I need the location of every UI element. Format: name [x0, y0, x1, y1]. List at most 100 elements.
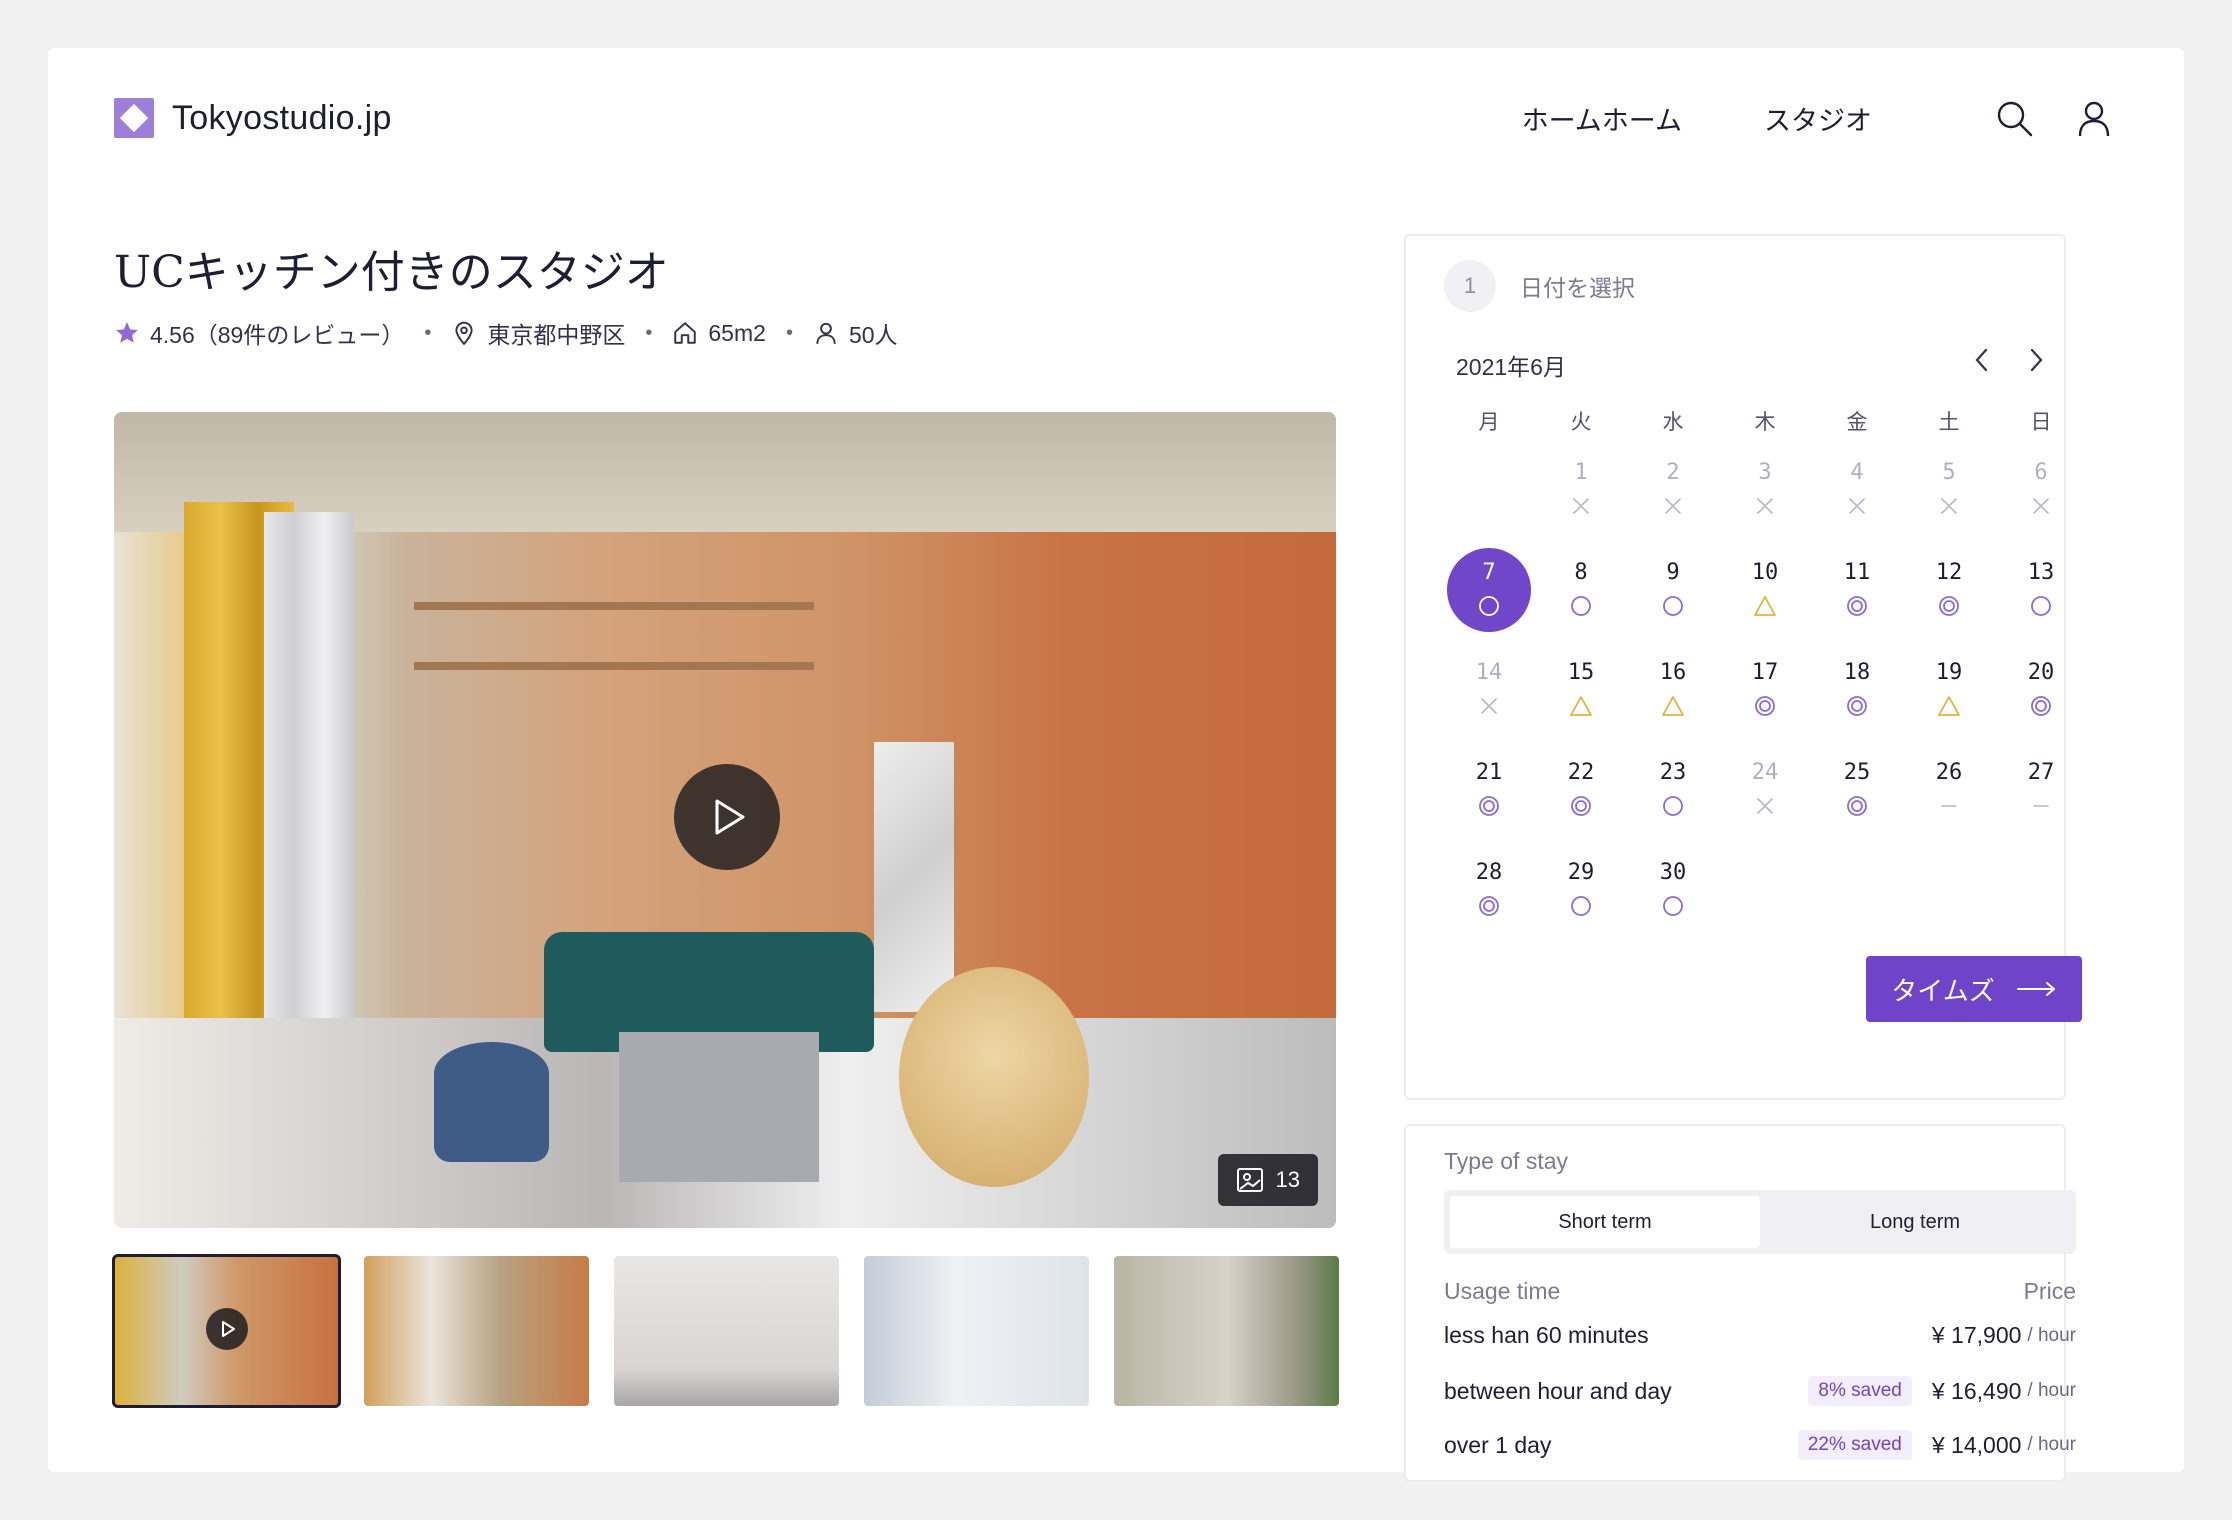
price-amount: ¥ 16,490 [1931, 1377, 2022, 1404]
calendar-day[interactable]: 15 [1535, 648, 1627, 748]
usage-time: over 1 day [1444, 1431, 1552, 1458]
day-number: 12 [1935, 560, 1963, 585]
limited-triangle-icon [1752, 593, 1778, 619]
price-row: between hour and day 8% saved ¥ 16,490 /… [1444, 1376, 2076, 1406]
calendar-day[interactable]: 21 [1443, 748, 1535, 848]
photo-shelf [414, 662, 814, 670]
price-header: Price [2023, 1278, 2076, 1304]
thumbnail-2[interactable] [364, 1256, 589, 1406]
calendar-week: 1 2 3 4 5 6 [1443, 448, 2087, 548]
calendar-day[interactable]: 20 [1995, 648, 2087, 748]
calendar-day[interactable]: 16 [1627, 648, 1719, 748]
calendar-empty-cell [1903, 848, 1995, 948]
unavailable-cross-icon [1660, 493, 1686, 519]
thumbnail-play-icon [206, 1308, 248, 1350]
calendar-day[interactable]: 28 [1443, 848, 1535, 948]
nav-item-studio[interactable]: スタジオ [1764, 99, 1872, 138]
calendar-day[interactable]: 9 [1627, 548, 1719, 648]
times-button-label: タイムズ [1891, 975, 1995, 1006]
calendar-day[interactable]: 11 [1811, 548, 1903, 648]
day-number: 28 [1475, 860, 1503, 885]
thumbnail-3[interactable] [614, 1256, 839, 1406]
short-term-option[interactable]: Short term [1450, 1196, 1760, 1248]
search-icon[interactable] [1992, 96, 2036, 140]
chevron-right-icon[interactable] [2018, 342, 2054, 378]
day-number: 19 [1935, 660, 1963, 685]
day-number: 8 [1574, 560, 1588, 585]
chevron-left-icon[interactable] [1964, 342, 2000, 378]
savings-badge: 22% saved [1797, 1430, 1912, 1460]
image-gallery-icon [1236, 1168, 1263, 1192]
calendar-day[interactable]: 29 [1535, 848, 1627, 948]
calendar-empty-cell [1995, 848, 2087, 948]
photo-count-button[interactable]: 13 [1217, 1154, 1318, 1206]
nav-item-home[interactable]: ホームホーム [1522, 99, 1682, 138]
thumbnail-1[interactable] [112, 1254, 341, 1408]
calendar-day: 2 [1627, 448, 1719, 548]
times-button[interactable]: タイムズ [1866, 956, 2082, 1022]
brand-logo[interactable]: Tokyostudio.jp [114, 98, 392, 138]
play-icon [715, 799, 745, 835]
calendar-grid: 1 2 3 4 5 6 7 8 9 10 11 12 13 14 15 16 17 18 19 20 21 22 23 24 2… [1443, 448, 2087, 948]
calendar-day: 6 [1995, 448, 2087, 548]
calendar-day[interactable]: 12 [1903, 548, 1995, 648]
calendar-day[interactable]: 13 [1995, 548, 2087, 648]
day-number: 23 [1659, 760, 1687, 785]
weekday-label: 月 [1478, 411, 1500, 434]
logo-mark-icon [114, 98, 154, 138]
double-circle-icon [1936, 593, 1962, 619]
double-circle-icon [1844, 593, 1870, 619]
thumbnail-4[interactable] [864, 1256, 1089, 1406]
calendar-day[interactable]: 22 [1535, 748, 1627, 848]
calendar-day[interactable]: 27 [1995, 748, 2087, 848]
user-icon[interactable] [2072, 96, 2116, 140]
unavailable-cross-icon [1568, 493, 1594, 519]
price-unit: / hour [2027, 1434, 2076, 1455]
weekday-header: 月 火 水 木 金 土 日 [1443, 406, 2087, 436]
double-circle-icon [1476, 893, 1502, 919]
day-number: 27 [2027, 760, 2055, 785]
calendar-day[interactable]: 19 [1903, 648, 1995, 748]
weekday-label: 水 [1662, 411, 1684, 434]
limited-triangle-icon [1660, 693, 1686, 719]
stay-type-label: Type of stay [1444, 1148, 1569, 1174]
calendar-day[interactable]: 17 [1719, 648, 1811, 748]
weekday-label: 火 [1570, 411, 1592, 434]
calendar-day[interactable]: 18 [1811, 648, 1903, 748]
calendar-day[interactable]: 23 [1627, 748, 1719, 848]
stay-type-toggle: Short term Long term [1444, 1190, 2076, 1254]
available-circle-icon [1660, 893, 1686, 919]
separator-dot: • [424, 321, 432, 344]
calendar-day[interactable]: 8 [1535, 548, 1627, 648]
price-row: over 1 day 22% saved ¥ 14,000 / hour [1444, 1430, 2076, 1460]
long-term-option[interactable]: Long term [1760, 1196, 2070, 1248]
thumbnail-5[interactable] [1114, 1256, 1339, 1406]
calendar-day[interactable]: 30 [1627, 848, 1719, 948]
separator-dot: • [645, 321, 653, 344]
rating[interactable]: 4.56（89件のレビュー） [114, 316, 404, 350]
day-number: 11 [1843, 560, 1871, 585]
calendar-day: 5 [1903, 448, 1995, 548]
day-number: 24 [1751, 760, 1779, 785]
available-circle-icon [2028, 593, 2054, 619]
unavailable-cross-icon [1752, 493, 1778, 519]
unavailable-cross-icon [1752, 793, 1778, 819]
day-number: 17 [1751, 660, 1779, 685]
location: 東京都中野区 [451, 316, 625, 350]
play-video-button[interactable] [674, 764, 780, 870]
day-number: 2 [1666, 460, 1680, 485]
main-photo[interactable]: 13 [114, 412, 1336, 1228]
day-number: 16 [1659, 660, 1687, 685]
calendar-empty-cell [1443, 448, 1535, 548]
separator-dot: • [785, 321, 793, 344]
photo-marble-door [874, 742, 954, 1012]
listing-meta: 4.56（89件のレビュー） • 東京都中野区 • 65m2 • 50人 [114, 316, 898, 350]
calendar-day[interactable]: 7 [1443, 548, 1535, 648]
day-number: 20 [2027, 660, 2055, 685]
day-number: 25 [1843, 760, 1871, 785]
calendar-day[interactable]: 10 [1719, 548, 1811, 648]
photo-curtain-white [264, 512, 354, 1072]
calendar-day[interactable]: 26 [1903, 748, 1995, 848]
limited-triangle-icon [1568, 693, 1594, 719]
calendar-day[interactable]: 25 [1811, 748, 1903, 848]
